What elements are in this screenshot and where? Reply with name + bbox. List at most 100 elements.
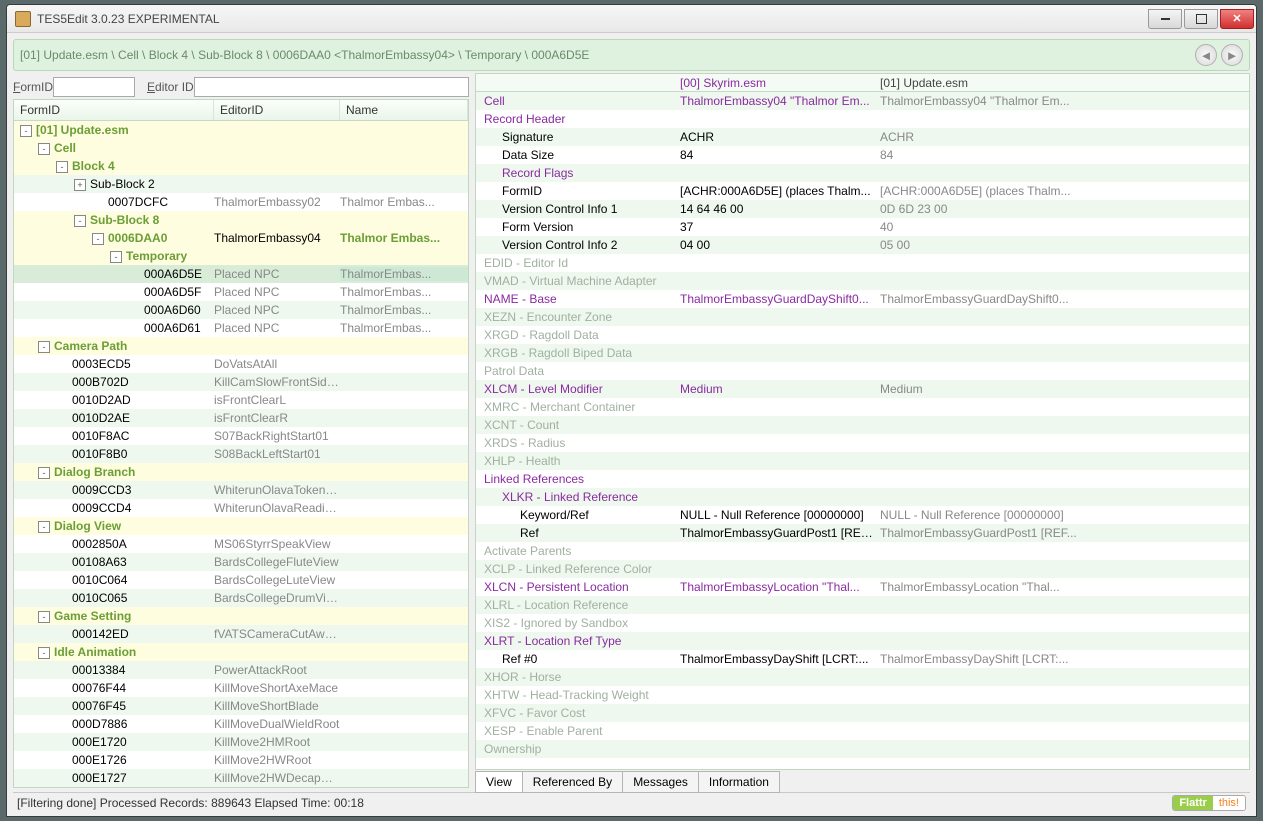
expand-toggle[interactable]: - — [110, 251, 122, 263]
minimize-button[interactable] — [1148, 9, 1182, 29]
record-row[interactable]: XMRC - Merchant Container — [476, 398, 1249, 416]
record-row[interactable]: XCNT - Count — [476, 416, 1249, 434]
col-formid[interactable]: FormID — [14, 100, 214, 120]
tree-row[interactable]: 000A6D61Placed NPCThalmorEmbas... — [14, 319, 468, 337]
tree-row[interactable]: -Idle Animation — [14, 643, 468, 661]
tree-row[interactable]: 00013384PowerAttackRoot — [14, 661, 468, 679]
expand-toggle[interactable]: - — [38, 521, 50, 533]
nav-forward-button[interactable]: ► — [1221, 44, 1243, 66]
tree-row[interactable]: 0010F8ACS07BackRightStart01 — [14, 427, 468, 445]
tab-referenced-by[interactable]: Referenced By — [522, 771, 623, 793]
expand-toggle[interactable]: - — [38, 143, 50, 155]
record-row[interactable]: VMAD - Virtual Machine Adapter — [476, 272, 1249, 290]
tree-pane[interactable]: FormID EditorID Name -[01] Update.esm-Ce… — [13, 99, 469, 788]
tree-row[interactable]: -Dialog Branch — [14, 463, 468, 481]
record-row[interactable]: XLCM - Level ModifierMediumMedium — [476, 380, 1249, 398]
expand-toggle[interactable]: - — [20, 125, 32, 137]
maximize-button[interactable] — [1184, 9, 1218, 29]
record-row[interactable]: Keyword/RefNULL - Null Reference [000000… — [476, 506, 1249, 524]
record-row[interactable]: FormID[ACHR:000A6D5E] (places Thalm...[A… — [476, 182, 1249, 200]
tree-row[interactable]: -Sub-Block 8 — [14, 211, 468, 229]
tree-row[interactable]: 0002850AMS06StyrrSpeakView — [14, 535, 468, 553]
record-row[interactable]: XRDS - Radius — [476, 434, 1249, 452]
col-name[interactable]: Name — [340, 100, 468, 120]
record-row[interactable]: Record Flags — [476, 164, 1249, 182]
col-editorid[interactable]: EditorID — [214, 100, 340, 120]
record-grid-header[interactable]: [00] Skyrim.esm [01] Update.esm — [476, 74, 1249, 92]
tree-row[interactable]: -Temporary — [14, 247, 468, 265]
record-col-update[interactable]: [01] Update.esm — [876, 76, 1249, 90]
expand-toggle[interactable]: + — [74, 179, 86, 191]
tree-row[interactable]: 000B702DKillCamSlowFrontSideFarA — [14, 373, 468, 391]
tree-row[interactable]: 000D7886KillMoveDualWieldRoot — [14, 715, 468, 733]
tree-body[interactable]: -[01] Update.esm-Cell-Block 4+Sub-Block … — [14, 121, 468, 787]
record-row[interactable]: Record Header — [476, 110, 1249, 128]
record-row[interactable]: Version Control Info 204 0005 00 — [476, 236, 1249, 254]
tree-row[interactable]: 00076F44KillMoveShortAxeMace — [14, 679, 468, 697]
expand-toggle[interactable]: - — [38, 467, 50, 479]
tree-row[interactable]: 000A6D5EPlaced NPCThalmorEmbas... — [14, 265, 468, 283]
expand-toggle[interactable]: - — [38, 611, 50, 623]
record-row[interactable]: XLRT - Location Ref Type — [476, 632, 1249, 650]
expand-toggle[interactable]: - — [56, 161, 68, 173]
record-row[interactable]: XHOR - Horse — [476, 668, 1249, 686]
record-row[interactable]: CellThalmorEmbassy04 "Thalmor Em...Thalm… — [476, 92, 1249, 110]
tree-row[interactable]: 0010D2ADisFrontClearL — [14, 391, 468, 409]
tree-row[interactable]: 000E1726KillMove2HWRoot — [14, 751, 468, 769]
tree-row[interactable]: -Block 4 — [14, 157, 468, 175]
nav-back-button[interactable]: ◄ — [1195, 44, 1217, 66]
tree-row[interactable]: -Cell — [14, 139, 468, 157]
tree-row[interactable]: 0003ECD5DoVatsAtAll — [14, 355, 468, 373]
record-row[interactable]: XRGB - Ragdoll Biped Data — [476, 344, 1249, 362]
tree-row[interactable]: 00076F45KillMoveShortBlade — [14, 697, 468, 715]
tree-row[interactable]: 000E1720KillMove2HMRoot — [14, 733, 468, 751]
record-row[interactable]: XIS2 - Ignored by Sandbox — [476, 614, 1249, 632]
record-row[interactable]: Version Control Info 114 64 46 000D 6D 2… — [476, 200, 1249, 218]
close-button[interactable] — [1220, 9, 1254, 29]
record-row[interactable]: EDID - Editor Id — [476, 254, 1249, 272]
tree-row[interactable]: 0010F8B0S08BackLeftStart01 — [14, 445, 468, 463]
tree-row[interactable]: -Game Setting — [14, 607, 468, 625]
expand-toggle[interactable]: - — [38, 647, 50, 659]
record-row[interactable]: NAME - BaseThalmorEmbassyGuardDayShift0.… — [476, 290, 1249, 308]
record-row[interactable]: XFVC - Favor Cost — [476, 704, 1249, 722]
record-row[interactable]: XCLP - Linked Reference Color — [476, 560, 1249, 578]
record-row[interactable]: XLRL - Location Reference — [476, 596, 1249, 614]
record-row[interactable]: XHLP - Health — [476, 452, 1249, 470]
tree-row[interactable]: +Sub-Block 2 — [14, 175, 468, 193]
record-row[interactable]: Activate Parents — [476, 542, 1249, 560]
tree-row[interactable]: -[01] Update.esm — [14, 121, 468, 139]
tree-column-header[interactable]: FormID EditorID Name — [14, 100, 468, 121]
record-row[interactable]: Linked References — [476, 470, 1249, 488]
record-col-skyrim[interactable]: [00] Skyrim.esm — [676, 76, 876, 90]
record-row[interactable]: Data Size8484 — [476, 146, 1249, 164]
tree-row[interactable]: -Camera Path — [14, 337, 468, 355]
expand-toggle[interactable]: - — [92, 233, 104, 245]
record-row[interactable]: XEZN - Encounter Zone — [476, 308, 1249, 326]
flattr-button[interactable]: Flattr this! — [1172, 795, 1246, 811]
expand-toggle[interactable]: - — [38, 341, 50, 353]
expand-toggle[interactable]: - — [74, 215, 86, 227]
tree-row[interactable]: 0009CCD3WhiterunOlavaTokenBranch — [14, 481, 468, 499]
record-row[interactable]: SignatureACHRACHR — [476, 128, 1249, 146]
record-row[interactable]: XESP - Enable Parent — [476, 722, 1249, 740]
record-grid[interactable]: [00] Skyrim.esm [01] Update.esm CellThal… — [475, 73, 1250, 770]
tab-view[interactable]: View — [475, 771, 523, 793]
tree-row[interactable]: 0007DCFCThalmorEmbassy02Thalmor Embas... — [14, 193, 468, 211]
record-grid-body[interactable]: CellThalmorEmbassy04 "Thalmor Em...Thalm… — [476, 92, 1249, 758]
tab-messages[interactable]: Messages — [622, 771, 699, 793]
record-row[interactable]: Ref #0ThalmorEmbassyDayShift [LCRT:...Th… — [476, 650, 1249, 668]
tree-row[interactable]: 0010C065BardsCollegeDrumView — [14, 589, 468, 607]
record-row[interactable]: XRGD - Ragdoll Data — [476, 326, 1249, 344]
record-row[interactable]: Patrol Data — [476, 362, 1249, 380]
tree-row[interactable]: 0010C064BardsCollegeLuteView — [14, 571, 468, 589]
tree-row[interactable]: 000142EDfVATSCameraCutAwayDistance — [14, 625, 468, 643]
tree-row[interactable]: -0006DAA0ThalmorEmbassy04Thalmor Embas..… — [14, 229, 468, 247]
tree-row[interactable]: 000A6D60Placed NPCThalmorEmbas... — [14, 301, 468, 319]
record-row[interactable]: XLCN - Persistent LocationThalmorEmbassy… — [476, 578, 1249, 596]
tree-row[interactable]: -Dialog View — [14, 517, 468, 535]
editorid-input[interactable] — [194, 77, 469, 97]
record-row[interactable]: Ownership — [476, 740, 1249, 758]
breadcrumb[interactable]: [01] Update.esm \ Cell \ Block 4 \ Sub-B… — [20, 48, 1191, 62]
tab-information[interactable]: Information — [698, 771, 780, 793]
